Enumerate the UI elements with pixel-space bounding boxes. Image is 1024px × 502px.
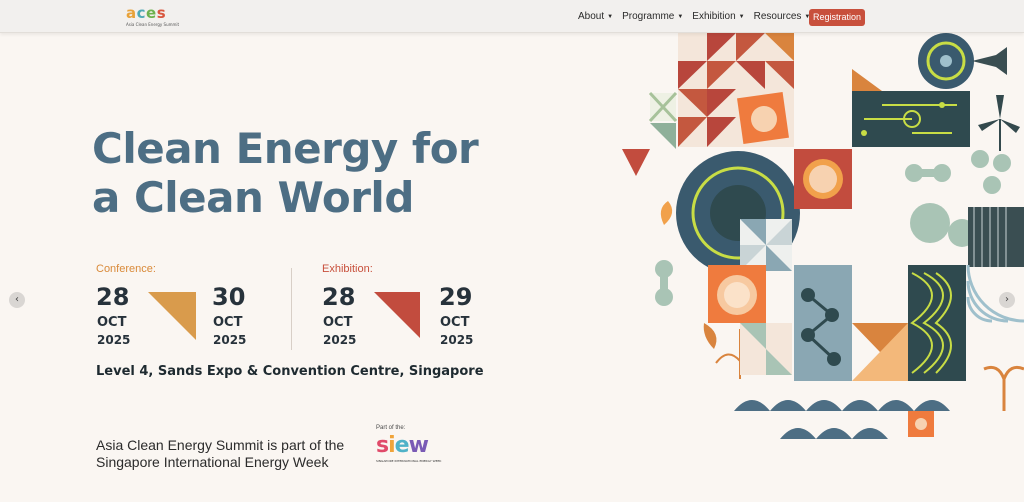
hero-headline: Clean Energy for a Clean World [92,124,479,222]
conference-start-year: 2025 [97,333,131,347]
logo-subtitle: Asia Clean Energy Summit [126,22,180,27]
conference-label: Conference: [96,263,156,275]
caret-down-icon: ▼ [738,14,745,20]
conference-start-day: 28 [96,283,130,311]
caret-down-icon: ▼ [677,14,684,20]
site-header: aces Asia Clean Energy Summit About ▼ Pro… [0,0,1024,33]
exhibition-start-year: 2025 [323,333,357,347]
summit-description: Asia Clean Energy Summit is part of the … [96,437,345,470]
siew-wordmark: siew [376,433,429,458]
part-of-label: Part of the: [376,425,406,431]
exhibition-end-year: 2025 [440,333,474,347]
conference-end-day: 30 [212,283,246,311]
logo-wordmark: aces [126,4,167,22]
exhibition-start-day: 28 [322,283,356,311]
date-divider [291,268,292,350]
exhibition-end-month: OCT [440,315,470,330]
conference-end-month: OCT [213,315,243,330]
siew-subtitle: SINGAPORE INTERNATIONAL ENERGY WEEK [376,459,442,463]
date-range-triangle-icon [148,292,196,340]
main-nav: About ▼ Programme ▼ Exhibition ▼ Resources ▼ [578,9,819,25]
chevron-left-icon[interactable]: ‹ [9,292,25,308]
geometric-energy-illustration [622,33,1024,439]
date-range-triangle-icon [374,292,420,338]
exhibition-start-month: OCT [323,315,353,330]
venue-text: Level 4, Sands Expo & Convention Centre,… [96,364,484,379]
exhibition-end-day: 29 [439,283,473,311]
caret-down-icon: ▼ [607,14,614,20]
exhibition-label: Exhibition: [322,263,373,275]
registration-button[interactable]: Registration [809,9,865,26]
nav-about[interactable]: About ▼ [578,9,613,25]
aces-logo[interactable]: aces Asia Clean Energy Summit [126,5,182,29]
siew-logo[interactable]: siew SINGAPORE INTERNATIONAL ENERGY WEEK [376,433,441,463]
nav-programme[interactable]: Programme ▼ [622,9,683,25]
nav-exhibition[interactable]: Exhibition ▼ [692,9,744,25]
nav-resources[interactable]: Resources ▼ [754,9,811,25]
conference-end-year: 2025 [213,333,247,347]
conference-start-month: OCT [97,315,127,330]
